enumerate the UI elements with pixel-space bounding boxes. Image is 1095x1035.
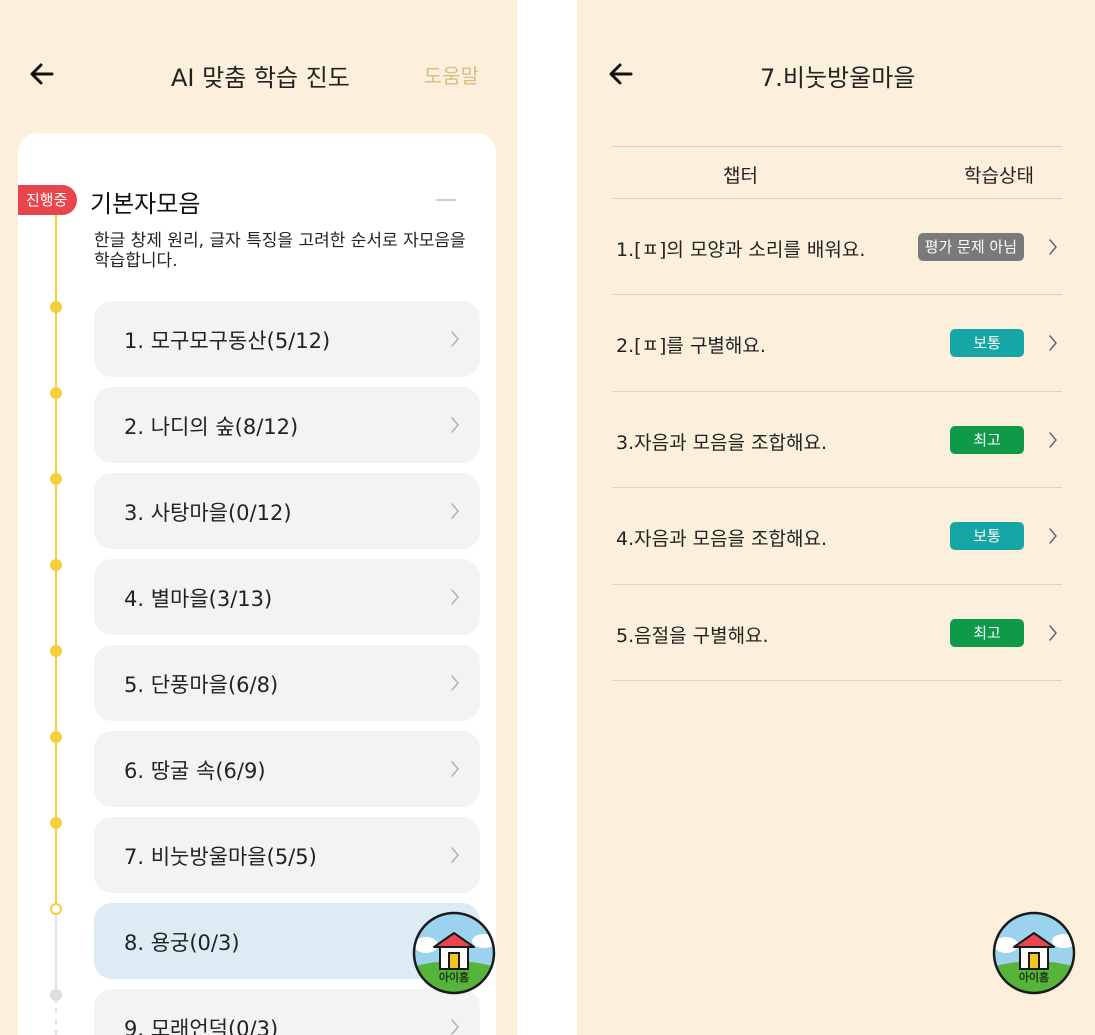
timeline-dot [50, 731, 62, 743]
timeline-dot [50, 817, 62, 829]
column-header-status: 학습상태 [964, 165, 1034, 187]
lesson-label: 5. 단풍마을(6/8) [124, 673, 279, 697]
chapter-title: 5.음절을 구별해요. [616, 624, 769, 647]
arrow-left-icon [609, 63, 633, 85]
learning-status-badge: 최고 [950, 425, 1024, 454]
chevron-right-icon [450, 673, 460, 693]
back-button[interactable] [603, 56, 639, 92]
chevron-right-icon [450, 329, 460, 349]
timeline-dot [50, 645, 62, 657]
lesson-label: 1. 모구모구동산(5/12) [124, 329, 331, 353]
page-title: AI 맞춤 학습 진도 [171, 64, 350, 92]
chapter-title: 4.자음과 모음을 조합해요. [616, 528, 828, 551]
chevron-right-icon [450, 845, 460, 865]
lesson-item[interactable]: 5. 단풍마을(6/8) [94, 645, 480, 721]
chevron-right-icon [450, 1017, 460, 1035]
lesson-label: 8. 용궁(0/3) [124, 931, 240, 955]
lesson-item[interactable]: 3. 사탕마을(0/12) [94, 473, 480, 549]
kids-home-button[interactable]: 아이홈 [992, 911, 1076, 995]
lesson-item[interactable]: 4. 별마을(3/13) [94, 559, 480, 635]
chapter-row[interactable]: 3.자음과 모음을 조합해요. 최고 [612, 392, 1062, 489]
lesson-item[interactable]: 2. 나디의 숲(8/12) [94, 387, 480, 463]
chapter-title: 3.자음과 모음을 조합해요. [616, 431, 828, 454]
back-button[interactable] [24, 56, 60, 92]
column-header-chapter: 챕터 [723, 165, 758, 187]
learning-status-badge: 최고 [950, 618, 1024, 647]
chapter-title: 1.[ㅍ]의 모양과 소리를 배워요. [616, 239, 866, 261]
timeline-dot [50, 473, 62, 485]
help-link[interactable]: 도움말 [424, 60, 479, 89]
chevron-right-icon [450, 501, 460, 521]
chevron-right-icon [450, 415, 460, 435]
chapter-table: 챕터 학습상태 1.[ㅍ]의 모양과 소리를 배워요. 평가 문제 아님 2.[ㅍ]… [612, 146, 1062, 681]
timeline-remaining-line [55, 913, 57, 995]
section-description: 한글 창제 원리, 글자 특징을 고려한 순서로 자모음을 학습합니다. [94, 231, 466, 271]
status-badge: 진행중 [18, 185, 78, 215]
timeline-dot [50, 559, 62, 571]
home-button-label: 아이홈 [1018, 971, 1050, 984]
chevron-right-icon [450, 759, 460, 779]
chapter-rows: 1.[ㅍ]의 모양과 소리를 배워요. 평가 문제 아님 2.[ㅍ]를 구별해요. 보… [612, 199, 1062, 681]
lesson-label: 4. 별마을(3/13) [124, 587, 273, 611]
arrow-left-icon [30, 63, 54, 85]
learning-status-badge: 보통 [950, 522, 1024, 551]
minus-icon[interactable] [436, 199, 456, 201]
chevron-right-icon [1048, 237, 1058, 257]
lesson-label: 3. 사탕마을(0/12) [124, 501, 292, 525]
lesson-item[interactable]: 7. 비눗방울마을(5/5) [94, 817, 480, 893]
lesson-label: 6. 땅굴 속(6/9) [124, 759, 266, 783]
section-title: 기본자모음 [90, 190, 201, 218]
learning-status-badge: 보통 [950, 329, 1024, 358]
chapter-row[interactable]: 4.자음과 모음을 조합해요. 보통 [612, 488, 1062, 585]
lesson-item[interactable]: 1. 모구모구동산(5/12) [94, 301, 480, 377]
chevron-right-icon [1048, 526, 1058, 546]
chevron-right-icon [1048, 430, 1058, 450]
lesson-label: 2. 나디의 숲(8/12) [124, 415, 299, 439]
lesson-label: 7. 비눗방울마을(5/5) [124, 845, 317, 869]
chapter-row[interactable]: 1.[ㅍ]의 모양과 소리를 배워요. 평가 문제 아님 [612, 199, 1062, 296]
chapter-title: 2.[ㅍ]를 구별해요. [616, 335, 766, 358]
lesson-item[interactable]: 6. 땅굴 속(6/9) [94, 731, 480, 807]
lesson-item[interactable]: 9. 모래언덕(0/3) [94, 989, 480, 1035]
home-button-label: 아이홈 [438, 971, 470, 984]
chapter-row[interactable]: 2.[ㅍ]를 구별해요. 보통 [612, 295, 1062, 392]
chevron-right-icon [450, 587, 460, 607]
lesson-label: 9. 모래언덕(0/3) [124, 1017, 279, 1035]
timeline-dot [50, 387, 62, 399]
chevron-right-icon [1048, 623, 1058, 643]
progress-screen: AI 맞춤 학습 진도 도움말 진행중 기본자모음 한글 창제 원리, 글자 특… [0, 0, 517, 1035]
chevron-right-icon [1048, 333, 1058, 353]
learning-status-badge: 평가 문제 아님 [917, 233, 1024, 261]
timeline-dot [50, 989, 62, 1001]
timeline-dot [50, 301, 62, 313]
timeline-dashed-line [55, 997, 57, 1035]
table-header: 챕터 학습상태 [612, 146, 1062, 199]
timeline-dot [50, 903, 62, 915]
kids-home-button[interactable]: 아이홈 [412, 911, 496, 995]
chapter-row[interactable]: 5.음절을 구별해요. 최고 [612, 585, 1062, 681]
chapter-screen: 7.비눗방울마을 챕터 학습상태 1.[ㅍ]의 모양과 소리를 배워요. 평가 문… [577, 0, 1095, 1035]
page-title: 7.비눗방울마을 [760, 64, 916, 92]
course-card: 진행중 기본자모음 한글 창제 원리, 글자 특징을 고려한 순서로 자모음을 … [18, 133, 496, 1035]
